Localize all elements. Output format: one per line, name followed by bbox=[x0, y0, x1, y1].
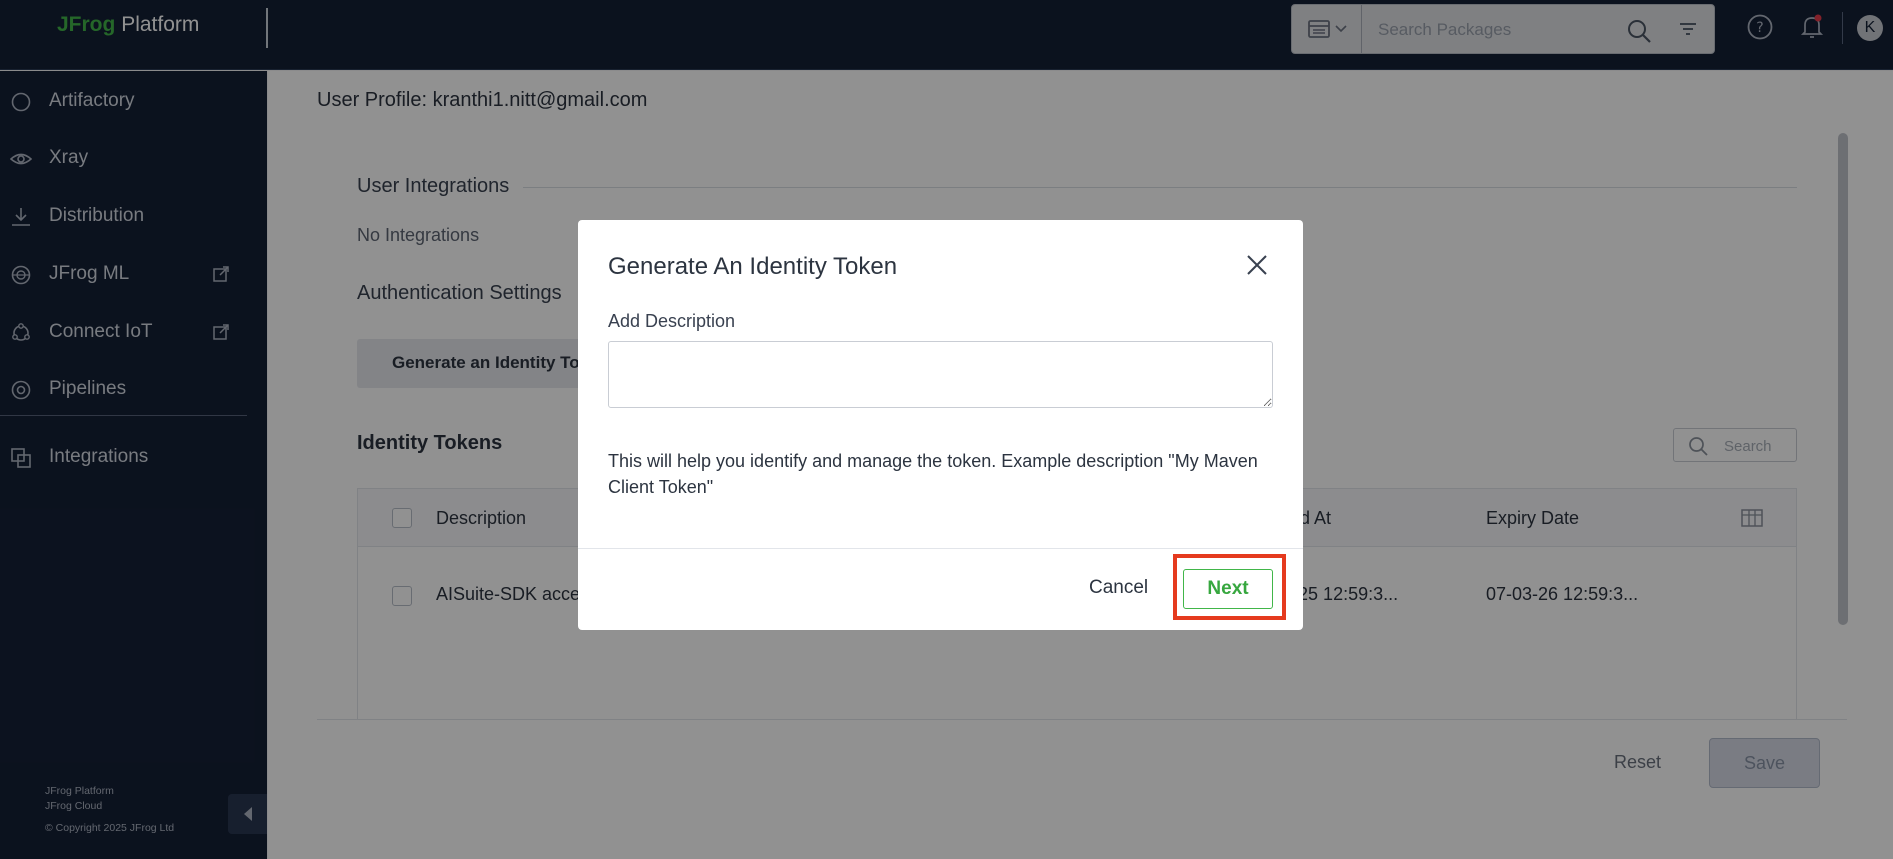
next-button[interactable]: Next bbox=[1183, 569, 1273, 609]
generate-token-modal: Generate An Identity Token Add Descripti… bbox=[578, 220, 1303, 630]
close-icon[interactable] bbox=[1245, 253, 1269, 277]
modal-footer-divider bbox=[578, 548, 1303, 549]
modal-title: Generate An Identity Token bbox=[608, 253, 898, 280]
description-label: Add Description bbox=[608, 311, 736, 331]
cancel-button[interactable]: Cancel bbox=[1089, 577, 1148, 599]
description-field[interactable] bbox=[608, 341, 1273, 408]
description-help-text: This will help you identify and manage t… bbox=[608, 451, 1258, 497]
